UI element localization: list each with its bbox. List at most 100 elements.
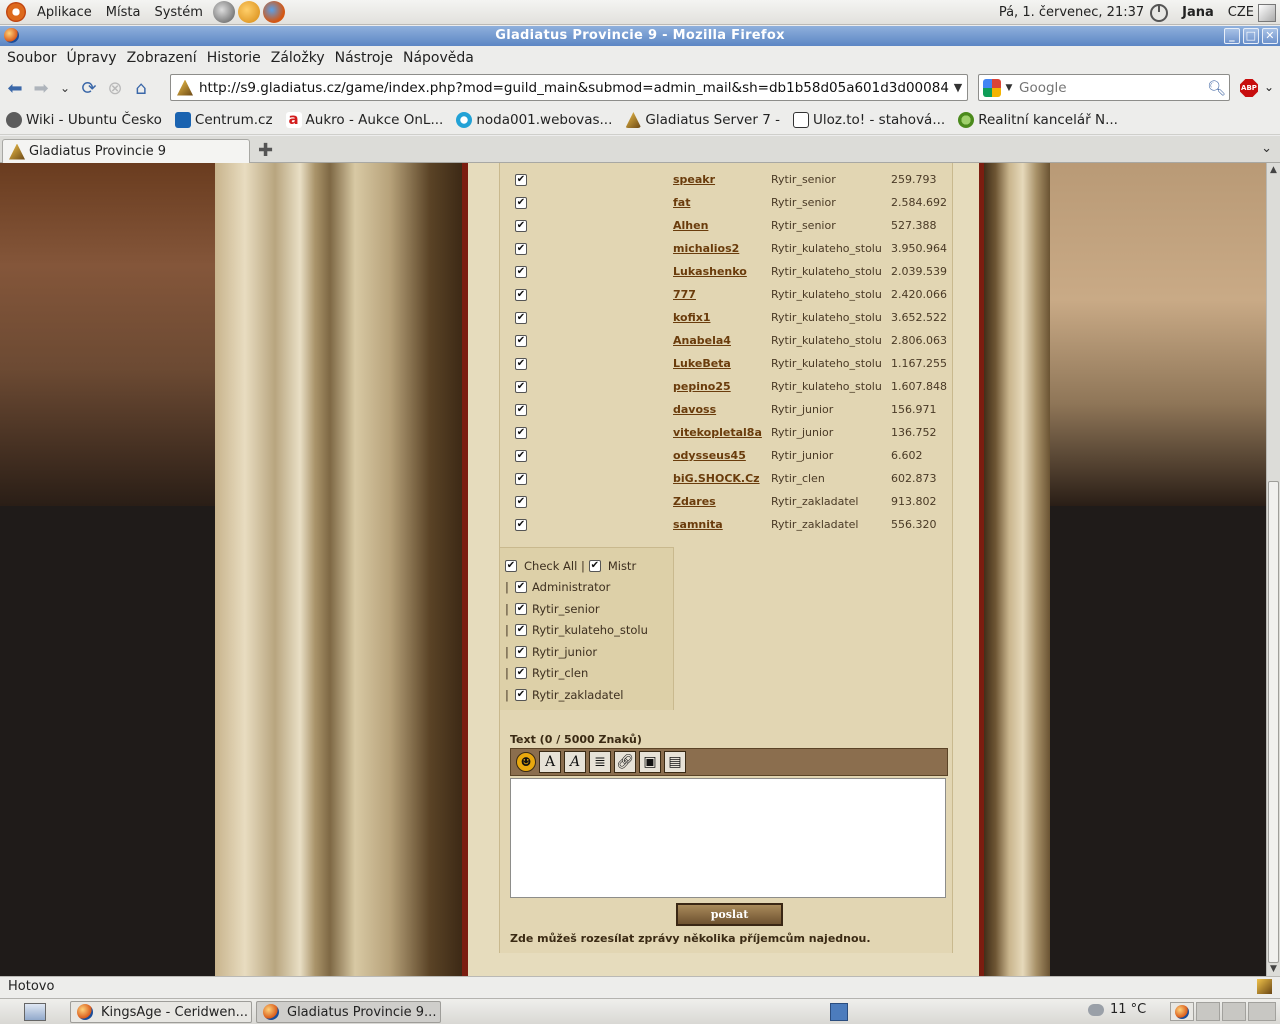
firefox-icon[interactable] — [4, 28, 19, 43]
show-desktop-icon[interactable] — [24, 1003, 46, 1021]
keyboard-layout[interactable]: CZE — [1228, 5, 1254, 20]
home-button[interactable]: ⌂ — [128, 75, 154, 101]
search-icon[interactable]: 🔍︎ — [1207, 79, 1226, 97]
ubuntu-logo-icon[interactable] — [6, 2, 26, 22]
menu-aplikace[interactable]: Aplikace — [30, 5, 99, 20]
window-titlebar[interactable]: Gladiatus Provincie 9 - Mozilla Firefox … — [0, 26, 1280, 46]
smiley-icon[interactable]: ☻ — [516, 752, 536, 772]
menu-historie[interactable]: Historie — [202, 50, 266, 66]
italic-font-icon[interactable]: A — [564, 751, 586, 773]
align-center-icon[interactable]: ≣ — [589, 751, 611, 773]
url-bar[interactable]: http://s9.gladiatus.cz/game/index.php?mo… — [170, 74, 968, 101]
adblock-dropdown-icon[interactable]: ⌄ — [1264, 80, 1274, 94]
member-checkbox[interactable]: ✔ — [515, 288, 527, 301]
rank-checkbox[interactable]: ✔ — [515, 581, 527, 593]
rank-checkbox[interactable]: ✔ — [515, 645, 527, 658]
tab-list-icon[interactable]: ⌄ — [1261, 141, 1272, 156]
google-engine-icon[interactable] — [983, 78, 1001, 97]
scroll-up-icon[interactable]: ▲ — [1267, 163, 1280, 177]
member-name-link[interactable]: vitekopletal8a — [673, 426, 762, 439]
tab-gladiatus[interactable]: Gladiatus Provincie 9 — [2, 139, 250, 163]
adblock-icon[interactable]: ABP — [1240, 79, 1258, 97]
menu-zalozky[interactable]: Záložky — [266, 50, 330, 66]
member-checkbox[interactable]: ✔ — [515, 472, 527, 485]
history-dropdown-icon[interactable]: ⌄ — [54, 75, 76, 101]
workspace-2[interactable] — [1196, 1002, 1220, 1021]
check-all-checkbox[interactable]: ✔ — [505, 560, 517, 572]
member-name-link[interactable]: Zdares — [673, 495, 716, 508]
member-checkbox[interactable]: ✔ — [515, 265, 527, 278]
member-name-link[interactable]: michalios2 — [673, 242, 739, 255]
member-checkbox[interactable]: ✔ — [515, 311, 527, 324]
page-scrollbar[interactable]: ▲ ▼ — [1266, 163, 1280, 976]
member-checkbox[interactable]: ✔ — [515, 242, 527, 255]
search-input[interactable] — [1015, 79, 1207, 96]
bookmark-ulozto[interactable]: Uloz.to! - stahová... — [792, 112, 945, 128]
link-icon[interactable]: 🔗︎ — [614, 751, 636, 773]
forward-button[interactable]: ➡ — [28, 75, 54, 101]
menu-system[interactable]: Systém — [147, 5, 209, 20]
message-textarea[interactable] — [510, 778, 946, 898]
close-button[interactable]: ✕ — [1262, 28, 1278, 44]
weather-applet[interactable]: 11 °C — [1088, 1002, 1146, 1017]
menu-nastroje[interactable]: Nástroje — [330, 50, 398, 66]
power-icon[interactable] — [1150, 3, 1169, 22]
maximize-button[interactable]: □ — [1243, 28, 1259, 44]
workspace-4[interactable] — [1248, 1002, 1276, 1021]
member-name-link[interactable]: davoss — [673, 403, 716, 416]
member-name-link[interactable]: pepino25 — [673, 380, 731, 393]
member-name-link[interactable]: Anabela4 — [673, 334, 731, 347]
launcher-app-icon[interactable] — [212, 1, 235, 23]
member-checkbox[interactable]: ✔ — [515, 380, 527, 393]
send-button[interactable]: poslat — [676, 903, 783, 926]
menu-napoveda[interactable]: Nápověda — [398, 50, 479, 66]
back-button[interactable]: ⬅ — [2, 75, 28, 101]
panel-clock[interactable]: Pá, 1. červenec, 21:37 — [999, 5, 1144, 20]
minimize-button[interactable]: _ — [1224, 28, 1240, 44]
status-addon-icon[interactable] — [1257, 979, 1272, 994]
member-checkbox[interactable]: ✔ — [515, 449, 527, 462]
member-checkbox[interactable]: ✔ — [515, 518, 527, 531]
task-gladiatus[interactable]: Gladiatus Provincie 9... — [256, 1001, 441, 1023]
member-checkbox[interactable]: ✔ — [515, 173, 527, 186]
member-checkbox[interactable]: ✔ — [515, 334, 527, 347]
member-checkbox[interactable]: ✔ — [515, 196, 527, 209]
bookmark-aukro[interactable]: a Aukro - Aukce OnL... — [285, 112, 443, 128]
stop-button[interactable]: ⊗ — [102, 75, 128, 101]
media-icon[interactable]: ▤ — [664, 751, 686, 773]
bookmark-gladiatus[interactable]: Gladiatus Server 7 - — [625, 112, 780, 128]
scroll-down-icon[interactable]: ▼ — [1267, 962, 1280, 976]
member-name-link[interactable]: Alhen — [673, 219, 708, 232]
workspace-1[interactable] — [1170, 1002, 1194, 1021]
bookmark-centrum[interactable]: Centrum.cz — [174, 112, 273, 128]
member-name-link[interactable]: samnita — [673, 518, 723, 531]
workspace-applet-icon[interactable] — [830, 1003, 848, 1021]
reload-button[interactable]: ⟳ — [76, 75, 102, 101]
new-tab-icon[interactable]: ✚ — [258, 140, 273, 161]
engine-dropdown-icon[interactable]: ▼ — [1003, 83, 1015, 93]
launcher-firefox-icon[interactable] — [262, 1, 285, 23]
rank-checkbox[interactable]: ✔ — [515, 602, 527, 615]
member-checkbox[interactable]: ✔ — [515, 426, 527, 439]
member-name-link[interactable]: 777 — [673, 288, 696, 301]
member-name-link[interactable]: fat — [673, 196, 690, 209]
member-name-link[interactable]: odysseus45 — [673, 449, 746, 462]
member-name-link[interactable]: speakr — [673, 173, 715, 186]
bookmark-noda[interactable]: noda001.webovas... — [456, 112, 612, 128]
member-name-link[interactable]: kofix1 — [673, 311, 710, 324]
member-checkbox[interactable]: ✔ — [515, 403, 527, 416]
launcher-mail-icon[interactable] — [237, 1, 260, 23]
rank-checkbox[interactable]: ✔ — [515, 667, 527, 680]
menu-zobrazeni[interactable]: Zobrazení — [122, 50, 202, 66]
member-checkbox[interactable]: ✔ — [515, 495, 527, 508]
member-name-link[interactable]: biG.SHOCK.Cz — [673, 472, 760, 485]
scroll-thumb[interactable] — [1268, 481, 1279, 963]
image-icon[interactable]: ▣ — [639, 751, 661, 773]
url-dropdown-icon[interactable]: ▼ — [949, 81, 967, 94]
bookmark-reality[interactable]: Realitní kancelář N... — [958, 112, 1118, 128]
menu-upravy[interactable]: Úpravy — [62, 50, 122, 66]
member-checkbox[interactable]: ✔ — [515, 357, 527, 370]
bold-font-icon[interactable]: A — [539, 751, 561, 773]
rank-checkbox[interactable]: ✔ — [515, 689, 527, 701]
member-checkbox[interactable]: ✔ — [515, 219, 527, 232]
